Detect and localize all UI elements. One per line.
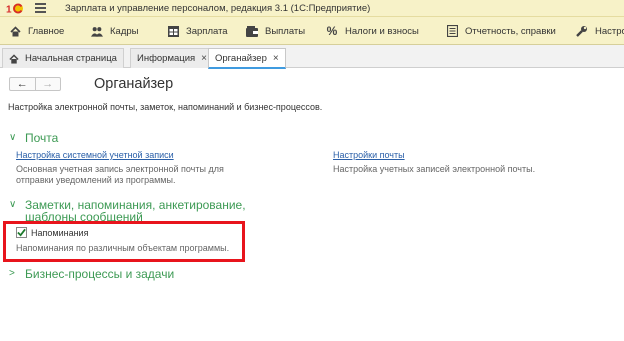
section-mail-header[interactable]: ∨ Почта <box>9 132 58 144</box>
tab-information[interactable]: Информация × <box>130 48 215 68</box>
1c-logo-icon[interactable]: 1 <box>5 2 25 15</box>
window-title: Зарплата и управление персоналом, редакц… <box>65 3 371 14</box>
tab-label: Информация <box>137 53 196 64</box>
section-notes-header[interactable]: ∨ Заметки, напоминания, анкетирование, ш… <box>9 199 309 223</box>
menu-item-label: Главное <box>28 25 65 37</box>
tab-label: Начальная страница <box>25 53 117 64</box>
percent-icon: % <box>326 24 338 38</box>
home-icon <box>9 53 19 64</box>
section-title: Заметки, напоминания, анкетирование, шаб… <box>25 198 246 224</box>
main-menu-icon[interactable] <box>35 3 46 14</box>
svg-text:1: 1 <box>6 5 12 16</box>
report-icon <box>446 25 458 37</box>
section-title: Бизнес-процессы и задачи <box>25 267 175 281</box>
reminders-hint: Напоминания по различным объектам програ… <box>16 243 230 253</box>
checkmark-icon <box>17 228 26 237</box>
reminders-label[interactable]: Напоминания <box>31 228 88 238</box>
chevron-down-icon: ∨ <box>9 199 17 210</box>
wallet-icon <box>246 25 258 37</box>
page-description: Настройка электронной почты, заметок, на… <box>8 102 323 112</box>
title-bar: 1 Зарплата и управление персоналом, реда… <box>0 0 624 17</box>
tab-bar: Начальная страница Информация × Органайз… <box>0 45 624 69</box>
menu-item-payroll[interactable]: Зарплата <box>167 17 228 45</box>
forward-button[interactable]: → <box>36 78 61 90</box>
sections-panel: Главное Кадры Зарплата Выплаты % Налоги … <box>0 17 624 45</box>
tab-label: Органайзер <box>215 52 267 64</box>
close-icon[interactable]: × <box>273 53 279 64</box>
navigation-buttons: ← → <box>9 77 61 91</box>
mail-settings-hint: Настройка учетных записей электронной по… <box>333 164 536 174</box>
menu-item-label: Настро <box>595 25 624 37</box>
mail-settings-link[interactable]: Настройки почты <box>333 150 405 160</box>
menu-item-label: Выплаты <box>265 25 306 37</box>
chevron-right-icon: > <box>9 268 15 279</box>
payroll-grid-icon <box>167 25 179 37</box>
menu-item-payments[interactable]: Выплаты <box>246 17 305 45</box>
close-icon[interactable]: × <box>201 53 207 64</box>
home-icon <box>9 25 21 37</box>
system-account-hint: Основная учетная запись электронной почт… <box>16 164 224 185</box>
wrench-icon <box>576 25 588 37</box>
back-button[interactable]: ← <box>10 78 36 90</box>
menu-item-reports[interactable]: Отчетность, справки <box>446 17 556 45</box>
tab-organizer[interactable]: Органайзер × <box>208 48 286 69</box>
section-bp-header[interactable]: > Бизнес-процессы и задачи <box>9 268 174 280</box>
system-account-settings-link[interactable]: Настройка системной учетной записи <box>16 150 174 160</box>
menu-item-main[interactable]: Главное <box>9 17 64 45</box>
reminders-checkbox[interactable] <box>16 227 27 238</box>
section-title: Почта <box>25 131 59 145</box>
menu-item-hr[interactable]: Кадры <box>91 17 138 45</box>
menu-item-taxes[interactable]: % Налоги и взносы <box>326 17 419 45</box>
menu-item-label: Отчетность, справки <box>465 25 556 37</box>
menu-item-settings[interactable]: Настро <box>576 17 624 45</box>
menu-item-label: Кадры <box>110 25 139 37</box>
people-icon <box>91 25 103 37</box>
tab-home-page[interactable]: Начальная страница <box>2 48 124 68</box>
page-title: Органайзер <box>94 76 174 92</box>
chevron-down-icon: ∨ <box>9 132 17 143</box>
menu-item-label: Зарплата <box>186 25 228 37</box>
menu-item-label: Налоги и взносы <box>345 25 419 37</box>
